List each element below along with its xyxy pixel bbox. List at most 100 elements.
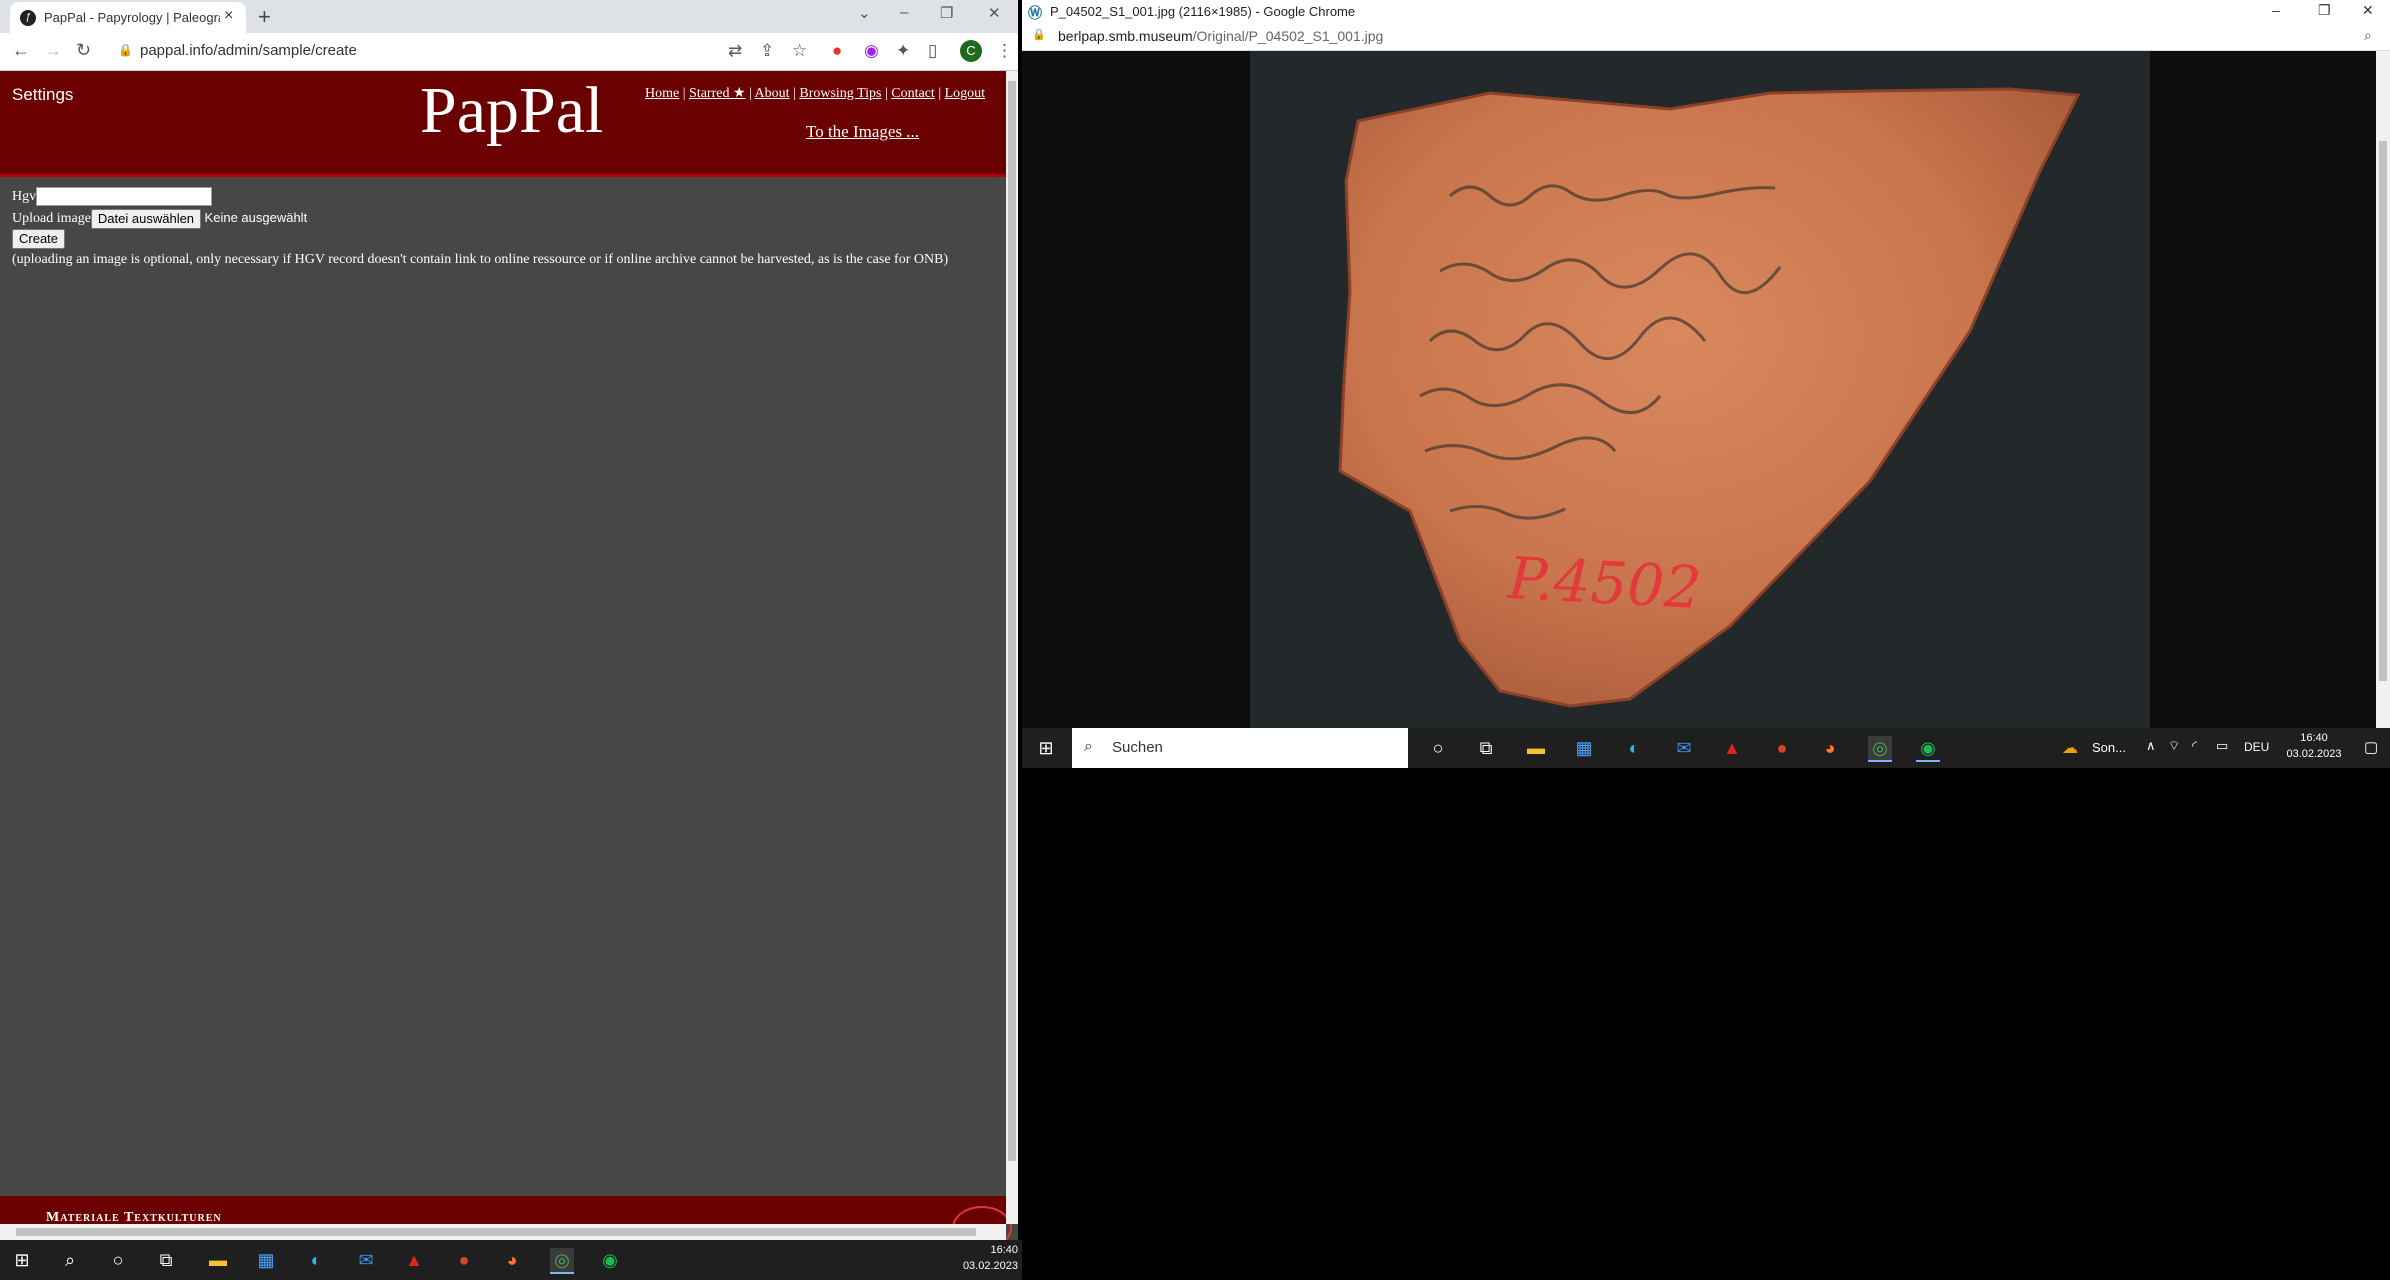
translate-icon[interactable]: ⇄ (728, 41, 742, 61)
nav-contact[interactable]: Contact (891, 86, 935, 101)
right-close-icon[interactable]: ✕ (2362, 2, 2374, 19)
ostracon-photo[interactable]: P.4502 (1250, 51, 2150, 728)
top-navigation: Home | Starred ★ | About | Browsing Tips… (645, 86, 986, 101)
right-vertical-scrollbar[interactable] (2376, 51, 2390, 728)
mail-icon[interactable]: ✉ (354, 1248, 378, 1272)
horizontal-scrollbar[interactable] (0, 1224, 1006, 1240)
firefox-icon[interactable]: ◕ (500, 1248, 524, 1272)
create-button[interactable]: Create (12, 228, 66, 249)
right-minimize-icon[interactable]: – (2272, 2, 2280, 18)
nav-home[interactable]: Home (645, 86, 679, 101)
powerpoint-icon[interactable]: ● (452, 1248, 476, 1272)
forward-icon[interactable]: → (44, 40, 62, 61)
horizontal-scroll-thumb[interactable] (16, 1228, 976, 1236)
acrobat-icon-right[interactable]: ▲ (1720, 736, 1744, 760)
task-view-icon[interactable]: ⧉ (154, 1248, 178, 1272)
search-icon[interactable]: ⌕ (58, 1248, 82, 1272)
site-footer: Materiale Textkulturen (0, 1196, 1012, 1240)
hgv-input[interactable] (36, 187, 213, 207)
extension-red-icon[interactable]: ● (832, 41, 842, 61)
close-tab-icon[interactable]: × (224, 7, 233, 25)
notifications-icon[interactable]: ▢ (2364, 738, 2378, 756)
tab-strip: ƒ PapPal - Papyrology | Paleography × + … (0, 0, 1018, 33)
language-indicator[interactable]: DEU (2244, 740, 2269, 754)
taskbar-time[interactable]: 16:40 (940, 1244, 1018, 1256)
upload-note: (uploading an image is optional, only ne… (12, 252, 949, 267)
nav-browsing-tips[interactable]: Browsing Tips (799, 86, 881, 101)
tab-pappal[interactable]: ƒ PapPal - Papyrology | Paleography × (10, 2, 246, 33)
mail-icon-right[interactable]: ✉ (1672, 736, 1696, 760)
to-images-link[interactable]: To the Images ... (806, 122, 919, 142)
windows-start-icon-right[interactable]: ⊞ (1034, 736, 1058, 760)
firefox-icon-right[interactable]: ◕ (1818, 736, 1842, 760)
weather-text[interactable]: Son... (2092, 740, 2126, 755)
weather-icon[interactable]: ☁ (2062, 738, 2078, 758)
edge-icon[interactable]: ◐ (304, 1248, 328, 1272)
cortana-icon[interactable]: ○ (106, 1248, 130, 1272)
right-url-path: /Original/P_04502_S1_001.jpg (1192, 28, 1384, 44)
store-icon-right[interactable]: ▦ (1572, 736, 1596, 760)
hgv-label: Hgv (12, 189, 37, 204)
taskbar-date-right[interactable]: 03.02.2023 (2276, 748, 2352, 760)
right-vertical-scroll-thumb[interactable] (2379, 141, 2387, 681)
cortana-icon-right[interactable]: ○ (1426, 736, 1450, 760)
lock-icon: 🔒 (118, 43, 133, 57)
create-sample-form: Hgv Upload image Datei auswählen Keine au… (12, 186, 948, 270)
bookmark-star-icon[interactable]: ☆ (792, 41, 807, 61)
profile-avatar[interactable]: C (960, 40, 982, 62)
taskbar-time-right[interactable]: 16:40 (2276, 732, 2352, 744)
file-explorer-icon-right[interactable]: ▬ (1524, 736, 1548, 760)
vertical-scroll-thumb[interactable] (1008, 81, 1016, 1161)
taskbar-search-box[interactable]: ⌕ Suchen (1072, 728, 1408, 768)
site-logo[interactable]: PapPal (420, 73, 603, 149)
restore-icon[interactable]: ❐ (940, 4, 953, 22)
chrome-icon-right[interactable]: ◎ (1868, 736, 1892, 762)
choose-file-button[interactable]: Datei auswählen (90, 208, 202, 229)
new-tab-icon[interactable]: + (258, 4, 271, 30)
back-icon[interactable]: ← (12, 40, 30, 61)
right-window-title: P_04502_S1_001.jpg (2116×1985) - Google … (1050, 4, 1356, 19)
vertical-scrollbar[interactable] (1006, 71, 1018, 1224)
nav-about[interactable]: About (755, 86, 790, 101)
right-browser-window: Ⓦ P_04502_S1_001.jpg (2116×1985) - Googl… (1022, 0, 2390, 728)
extensions-puzzle-icon[interactable]: ✦ (896, 41, 910, 61)
extension-purple-icon[interactable]: ◉ (864, 41, 879, 61)
spotify-icon-right[interactable]: ◉ (1916, 736, 1940, 762)
right-lock-icon: 🔒 (1032, 29, 1046, 41)
task-view-icon-right[interactable]: ⧉ (1474, 736, 1498, 760)
reload-icon[interactable]: ↻ (76, 40, 91, 61)
site-favicon-icon: ƒ (20, 10, 36, 26)
side-panel-icon[interactable]: ▯ (928, 41, 937, 61)
network-icon[interactable]: ⌔ (2168, 738, 2180, 754)
share-icon[interactable]: ⇪ (760, 41, 774, 61)
powerpoint-icon-right[interactable]: ● (1770, 736, 1794, 760)
right-restore-icon[interactable]: ❐ (2318, 2, 2331, 19)
settings-link[interactable]: Settings (12, 85, 73, 105)
taskbar-left: ⊞ ⌕ ○ ⧉ ▬ ▦ ◐ ✉ ▲ ● ◕ ◎ ◉ 16:40 03.02.20… (0, 1240, 1022, 1280)
edge-icon-right[interactable]: ◐ (1622, 736, 1646, 760)
taskbar-search-icon: ⌕ (1084, 738, 1093, 755)
battery-icon[interactable]: ▭ (2216, 738, 2228, 754)
minimize-icon[interactable]: – (900, 4, 908, 21)
spotify-icon[interactable]: ◉ (598, 1248, 622, 1272)
tab-title: PapPal - Papyrology | Paleography (44, 10, 220, 25)
right-url: berlpap.smb.museum/Original/P_04502_S1_0… (1058, 28, 1383, 44)
zoom-icon[interactable]: ⌕ (2364, 27, 2372, 44)
left-browser-window: ƒ PapPal - Papyrology | Paleography × + … (0, 0, 1018, 1240)
acrobat-icon[interactable]: ▲ (402, 1248, 426, 1272)
menu-icon[interactable]: ⋮ (996, 41, 1013, 61)
right-url-host: berlpap.smb.museum (1058, 28, 1193, 44)
tray-chevron-icon[interactable]: ∧ (2146, 738, 2156, 754)
taskbar-date[interactable]: 03.02.2023 (940, 1260, 1018, 1272)
close-window-icon[interactable]: ✕ (988, 4, 1001, 22)
nav-starred[interactable]: Starred ★ (689, 86, 745, 101)
address-bar[interactable]: pappal.info/admin/sample/create (140, 42, 357, 59)
file-explorer-icon[interactable]: ▬ (206, 1248, 230, 1272)
wifi-icon[interactable]: ◜ (2192, 738, 2197, 754)
windows-start-icon[interactable]: ⊞ (10, 1248, 34, 1272)
chrome-icon[interactable]: ◎ (550, 1248, 574, 1274)
tab-search-chevron-icon[interactable]: ⌄ (858, 4, 871, 22)
right-address-bar[interactable]: 🔒 berlpap.smb.museum/Original/P_04502_S1… (1022, 22, 2390, 51)
store-icon[interactable]: ▦ (254, 1248, 278, 1272)
nav-logout[interactable]: Logout (945, 86, 985, 101)
